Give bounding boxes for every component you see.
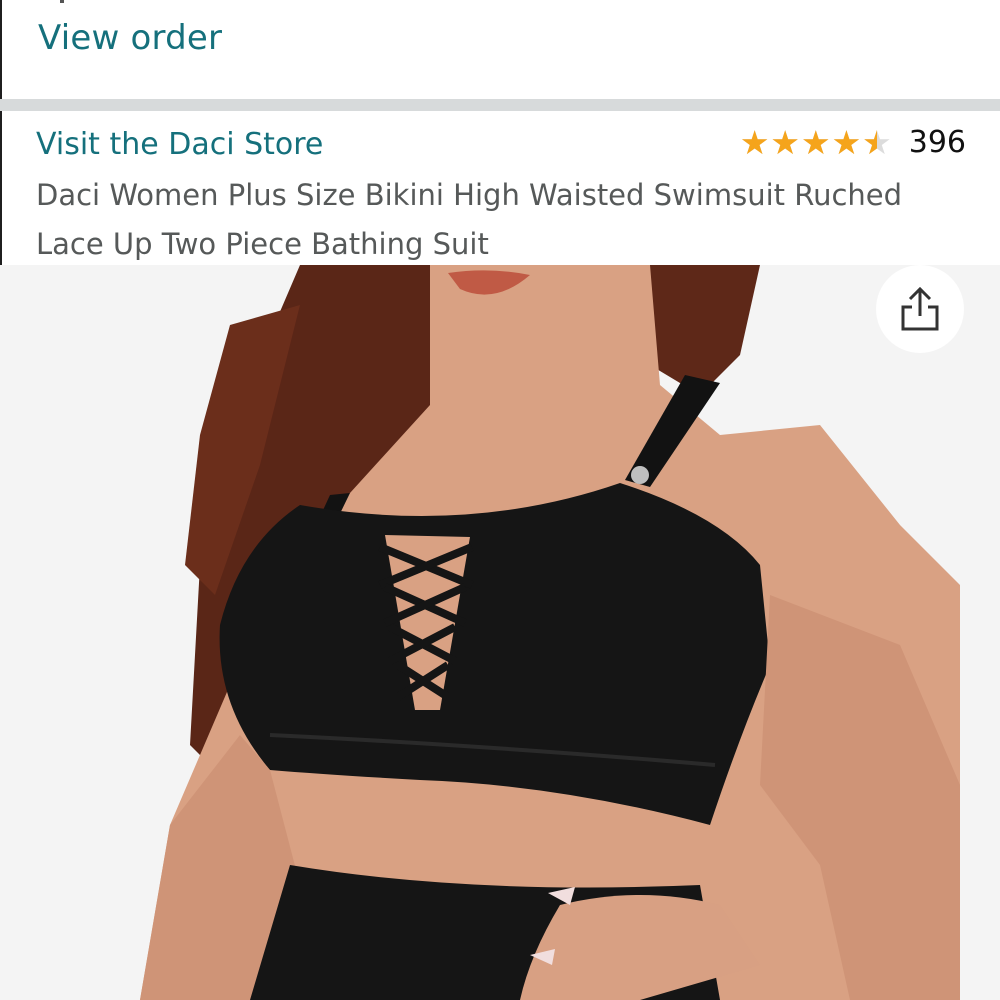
- share-icon: [901, 286, 939, 331]
- product-photo: [0, 265, 1000, 1000]
- star-rating: ★★★★★★★★★★: [739, 123, 893, 162]
- product-image[interactable]: [0, 265, 1000, 1000]
- view-order-link[interactable]: View order: [38, 18, 222, 58]
- rating-summary[interactable]: ★★★★★★★★★★ 396: [740, 125, 966, 160]
- section-divider: [0, 99, 1000, 111]
- product-title: Daci Women Plus Size Bikini High Waisted…: [36, 178, 903, 261]
- clipped-text-fragment: [60, 0, 64, 3]
- share-button[interactable]: [876, 265, 964, 353]
- review-count[interactable]: 396: [909, 125, 966, 160]
- store-link[interactable]: Visit the Daci Store: [36, 127, 323, 162]
